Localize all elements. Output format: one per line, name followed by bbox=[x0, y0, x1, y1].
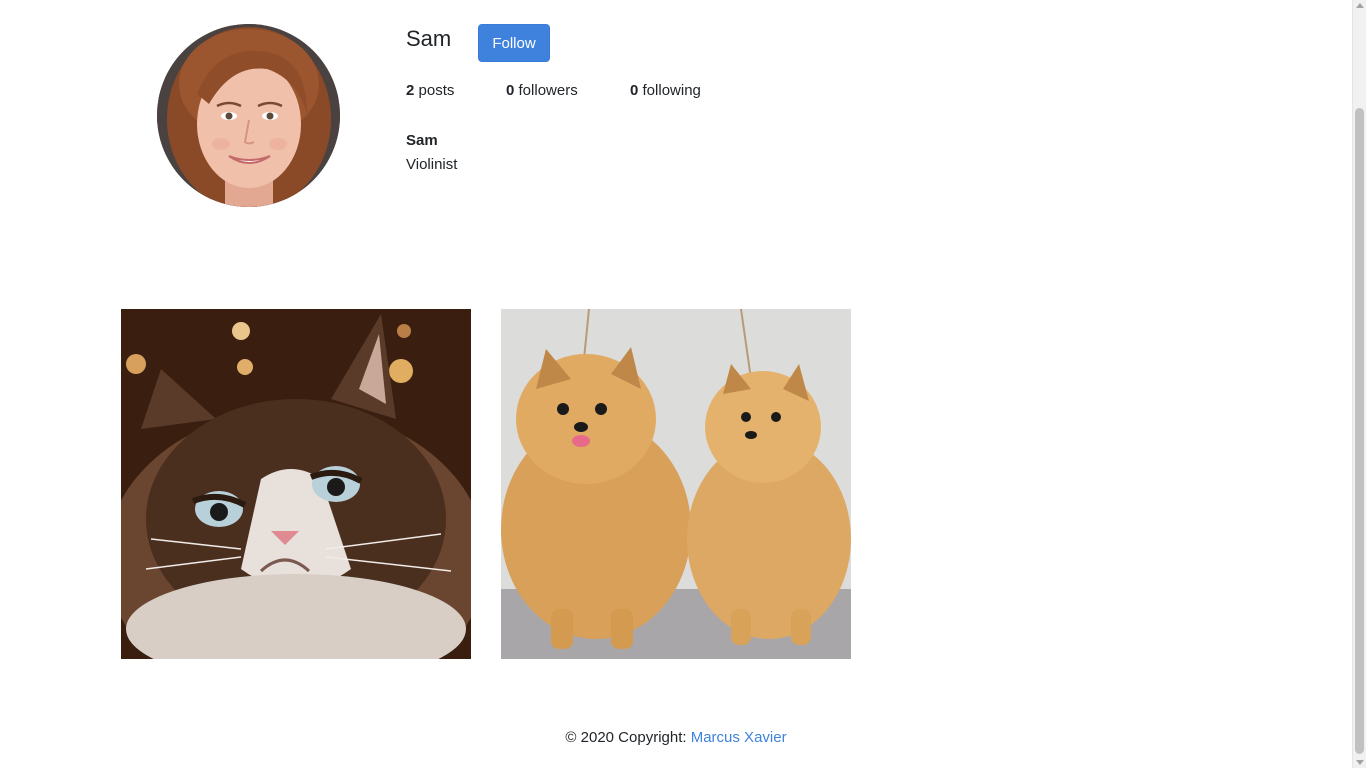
scroll-up-arrow-icon[interactable] bbox=[1356, 3, 1364, 8]
followers-stat[interactable]: 0 followers bbox=[506, 82, 578, 100]
copyright-text: © 2020 Copyright: bbox=[565, 729, 691, 746]
posts-label: posts bbox=[418, 82, 455, 99]
followers-count: 0 bbox=[506, 82, 515, 99]
following-label: following bbox=[642, 82, 701, 99]
post-thumbnail-dogs[interactable] bbox=[501, 309, 851, 659]
page-footer: © 2020 Copyright: Marcus Xavier bbox=[0, 729, 1352, 747]
scroll-down-arrow-icon[interactable] bbox=[1356, 760, 1364, 765]
posts-stat: 2 posts bbox=[406, 82, 454, 100]
followers-label: followers bbox=[518, 82, 578, 99]
cat-image bbox=[121, 309, 471, 659]
posts-count: 2 bbox=[406, 82, 415, 99]
follow-button[interactable]: Follow bbox=[478, 24, 550, 62]
profile-bio: Violinist bbox=[406, 156, 458, 173]
author-link[interactable]: Marcus Xavier bbox=[691, 729, 787, 746]
profile-avatar bbox=[157, 24, 340, 207]
following-stat[interactable]: 0 following bbox=[630, 82, 701, 100]
vertical-scrollbar[interactable] bbox=[1352, 0, 1366, 768]
post-thumbnail-cat[interactable] bbox=[121, 309, 471, 659]
profile-username: Sam bbox=[406, 26, 452, 51]
profile-full-name: Sam bbox=[406, 132, 438, 149]
profile-page: Sam Follow 2 posts 0 followers 0 followi… bbox=[0, 0, 1366, 768]
avatar-portrait bbox=[157, 24, 340, 207]
dogs-image bbox=[501, 309, 851, 659]
scrollbar-thumb[interactable] bbox=[1355, 108, 1364, 754]
following-count: 0 bbox=[630, 82, 639, 99]
